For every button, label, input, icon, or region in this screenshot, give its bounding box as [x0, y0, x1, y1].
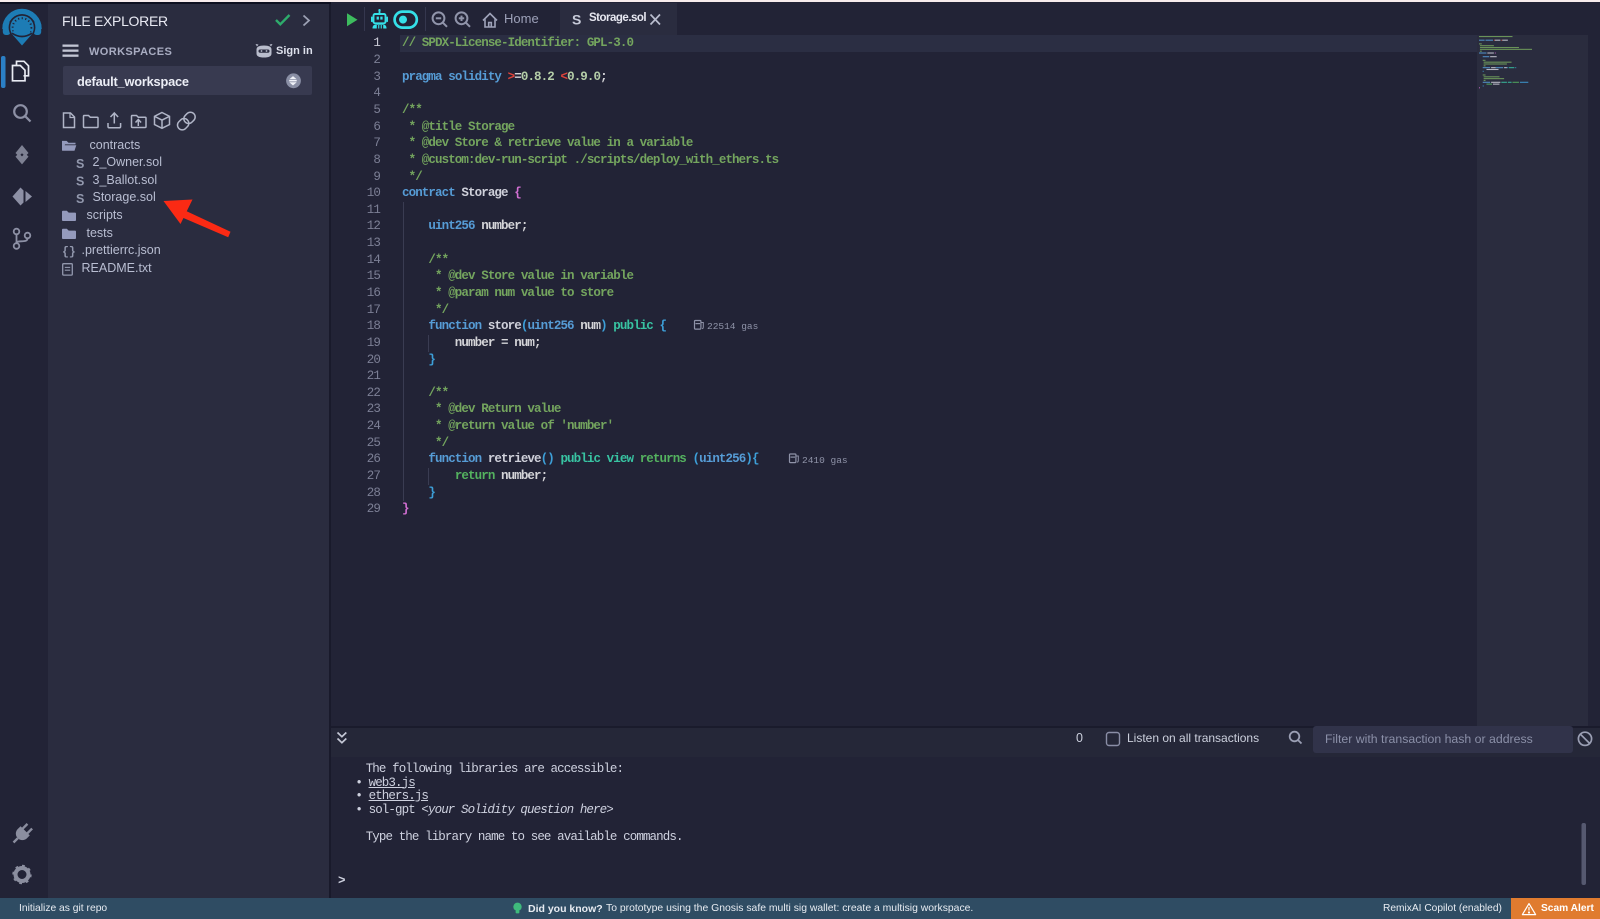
svg-text:S: S: [76, 174, 84, 188]
svg-text:S: S: [76, 157, 84, 171]
svg-text:S: S: [76, 192, 84, 206]
svg-text:S: S: [572, 12, 581, 28]
svg-text:{}: {}: [62, 246, 76, 259]
